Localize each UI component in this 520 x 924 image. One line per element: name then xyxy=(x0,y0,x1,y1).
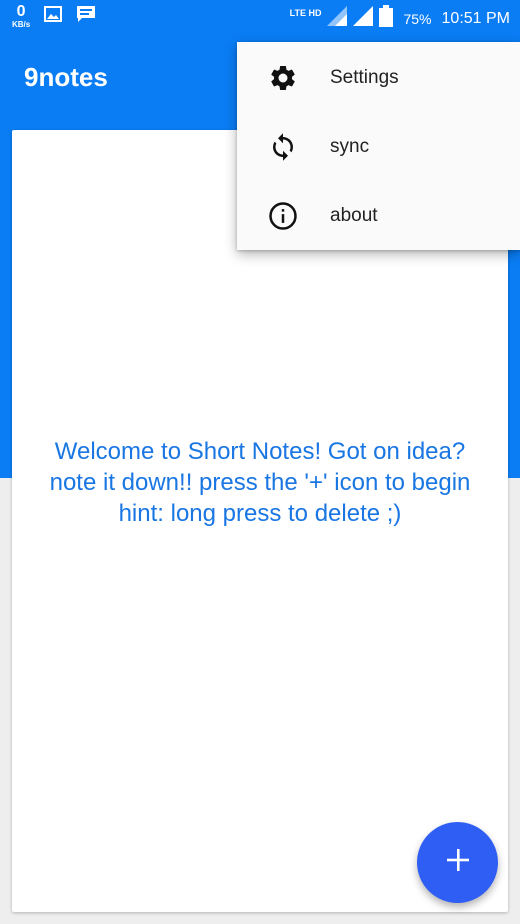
menu-item-sync[interactable]: sync xyxy=(237,112,520,181)
welcome-message: Welcome to Short Notes! Got on idea? not… xyxy=(12,436,508,529)
add-note-button[interactable] xyxy=(417,822,498,903)
welcome-line-1: Welcome to Short Notes! Got on idea? xyxy=(54,438,466,465)
clock: 10:51 PM xyxy=(441,9,510,27)
net-speed-unit: KB/s xyxy=(12,20,31,29)
plus-icon xyxy=(445,847,471,878)
menu-item-label: sync xyxy=(330,135,370,157)
signal-icon-2 xyxy=(353,6,374,31)
battery-percent: 75% xyxy=(403,10,432,27)
message-notification-icon xyxy=(76,5,96,28)
menu-item-settings[interactable]: Settings xyxy=(237,43,520,112)
info-icon xyxy=(267,200,299,232)
status-bar: 0 KB/s LTE HD 75% 10:51 PM xyxy=(0,0,520,36)
gear-icon xyxy=(267,62,299,94)
net-speed-indicator: 0 KB/s xyxy=(12,4,30,29)
app-title: 9notes xyxy=(24,62,108,92)
network-type-label: LTE HD xyxy=(289,7,322,18)
welcome-line-3: hint: long press to delete ;) xyxy=(118,500,402,527)
overflow-menu: Settings sync about xyxy=(237,42,520,250)
gallery-notification-icon xyxy=(44,6,63,27)
welcome-line-2: note it down!! press the '+' icon to beg… xyxy=(49,469,471,496)
sync-icon xyxy=(267,131,299,163)
signal-icon-1 xyxy=(327,6,348,31)
net-speed-value: 0 xyxy=(16,3,26,20)
menu-item-label: Settings xyxy=(330,66,399,88)
menu-item-label: about xyxy=(330,204,378,226)
battery-icon xyxy=(379,5,394,32)
menu-item-about[interactable]: about xyxy=(237,181,520,250)
